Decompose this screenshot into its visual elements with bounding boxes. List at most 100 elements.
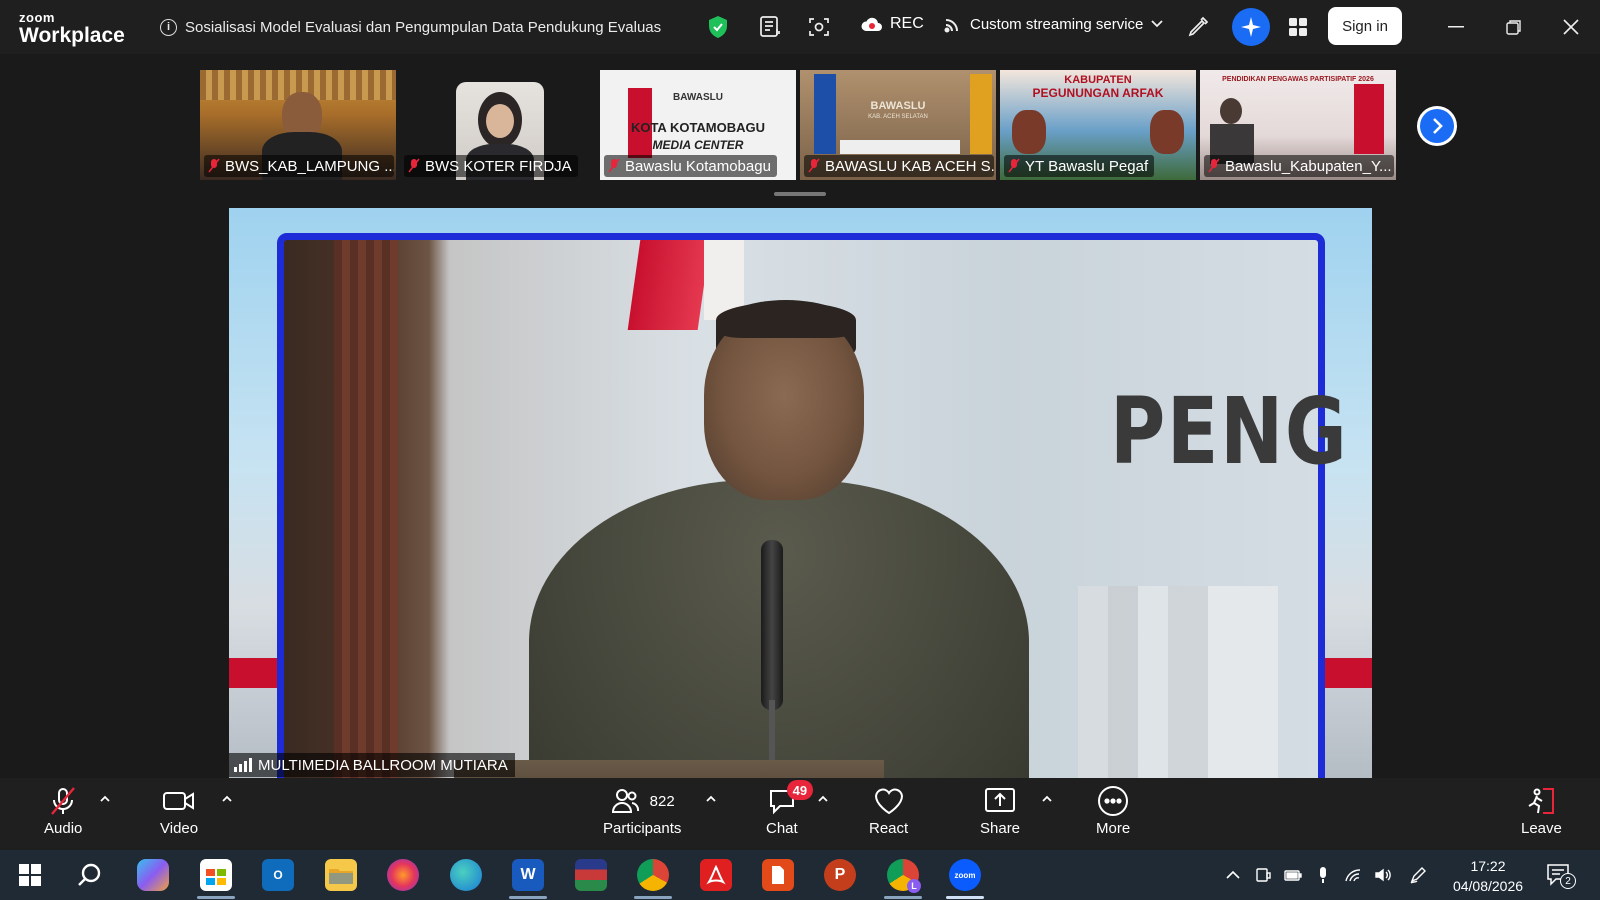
annotate-pen-icon[interactable] bbox=[1183, 12, 1213, 42]
share-label: Share bbox=[980, 820, 1021, 837]
wifi-icon[interactable] bbox=[1344, 866, 1362, 884]
participant-tile[interactable]: KABUPATEN PEGUNUNGAN ARFAK YT Bawaslu Pe… bbox=[1000, 70, 1196, 180]
tile-heading-text: PENDIDIKAN PENGAWAS PARTISIPATIF 2026 bbox=[1222, 76, 1374, 83]
system-clock[interactable]: 17:22 04/08/2026 bbox=[1446, 856, 1530, 896]
ai-companion-icon[interactable] bbox=[1232, 8, 1270, 46]
audio-options-chevron-up-icon[interactable] bbox=[98, 792, 112, 806]
leave-button[interactable]: Leave bbox=[1521, 786, 1562, 837]
logo-brand-bottom: Workplace bbox=[19, 24, 125, 47]
streaming-menu[interactable]: Custom streaming service bbox=[944, 15, 1164, 33]
participants-options-chevron-up-icon[interactable] bbox=[704, 792, 718, 806]
muted-mic-icon bbox=[608, 158, 620, 173]
word-icon[interactable]: W bbox=[512, 859, 544, 891]
stream-label: Custom streaming service bbox=[970, 15, 1144, 33]
background-flag bbox=[229, 658, 277, 688]
sign-in-button[interactable]: Sign in bbox=[1328, 7, 1402, 45]
meeting-title-area[interactable]: i Sosialisasi Model Evaluasi dan Pengump… bbox=[160, 14, 662, 40]
leave-label: Leave bbox=[1521, 820, 1562, 837]
gallery-next-button[interactable] bbox=[1417, 106, 1457, 146]
participant-tile[interactable]: BWS KOTER FIRDJA bbox=[400, 70, 596, 180]
battery-icon[interactable] bbox=[1284, 866, 1302, 884]
edge-icon[interactable] bbox=[450, 859, 482, 891]
more-button[interactable]: More bbox=[1096, 786, 1130, 837]
notification-center-icon[interactable]: 2 bbox=[1546, 863, 1576, 889]
city-backdrop bbox=[1078, 586, 1278, 778]
participant-name: BWS KOTER FIRDJA bbox=[425, 157, 572, 175]
microphone-icon[interactable] bbox=[1314, 866, 1332, 884]
participant-tile[interactable]: PENDIDIKAN PENGAWAS PARTISIPATIF 2026 Ba… bbox=[1200, 70, 1396, 180]
windows-start-icon[interactable] bbox=[14, 859, 46, 891]
meeting-controls: Audio Video 822 Participants 49 Chat Rea… bbox=[0, 778, 1600, 850]
more-dots-icon bbox=[1097, 786, 1129, 816]
close-icon[interactable] bbox=[1556, 12, 1586, 42]
react-button[interactable]: React bbox=[869, 786, 908, 837]
tile-name-label: BAWASLU KAB ACEH S... bbox=[804, 155, 994, 177]
chat-options-chevron-up-icon[interactable] bbox=[816, 792, 830, 806]
video-button[interactable]: Video bbox=[160, 786, 198, 837]
banner-text: PENG bbox=[1110, 378, 1349, 485]
share-options-chevron-up-icon[interactable] bbox=[1040, 792, 1054, 806]
clock-date: 04/08/2026 bbox=[1452, 878, 1524, 894]
device-icon[interactable] bbox=[1254, 866, 1272, 884]
zoom-logo: zoom Workplace bbox=[19, 11, 125, 46]
zoom-icon[interactable]: zoom bbox=[949, 859, 981, 891]
tile-sub-text: KAB. ACEH SELATAN bbox=[868, 114, 928, 120]
notification-count-badge: 2 bbox=[1560, 873, 1576, 889]
recording-indicator[interactable]: REC bbox=[860, 15, 924, 33]
tile-heading-text: KABUPATEN bbox=[1064, 74, 1132, 86]
file-explorer-icon[interactable] bbox=[325, 859, 357, 891]
restore-icon[interactable] bbox=[1499, 12, 1529, 42]
audio-button[interactable]: Audio bbox=[44, 786, 82, 837]
participant-tile[interactable]: BAWASLU KAB. ACEH SELATAN BAWASLU KAB AC… bbox=[800, 70, 996, 180]
chrome-icon[interactable] bbox=[637, 859, 669, 891]
muted-mic-icon bbox=[1208, 158, 1220, 173]
minimize-icon[interactable] bbox=[1441, 12, 1471, 42]
participant-tile[interactable]: BAWASLU KOTA KOTAMOBAGU MEDIA CENTER Baw… bbox=[600, 70, 796, 180]
speaker-name: MULTIMEDIA BALLROOM MUTIARA bbox=[258, 756, 508, 774]
focus-mode-icon[interactable] bbox=[804, 12, 834, 42]
muted-mic-icon bbox=[208, 158, 220, 173]
chat-button[interactable]: 49 Chat bbox=[766, 780, 813, 837]
profile-badge: L bbox=[907, 879, 921, 893]
strip-resize-handle[interactable] bbox=[774, 192, 826, 196]
firefox-icon[interactable] bbox=[387, 859, 419, 891]
tile-name-label: BWS_KAB_LAMPUNG ... bbox=[204, 155, 394, 177]
chrome-profile-icon[interactable]: L bbox=[887, 859, 921, 893]
copilot-icon[interactable] bbox=[137, 859, 169, 891]
participants-label: Participants bbox=[603, 820, 682, 837]
microphone bbox=[761, 540, 783, 710]
signal-strength-icon bbox=[234, 758, 252, 772]
tile-logo-text: BAWASLU bbox=[870, 100, 926, 112]
tile-table bbox=[840, 140, 960, 154]
volume-icon[interactable] bbox=[1374, 866, 1392, 884]
main-video[interactable]: PENG bbox=[229, 208, 1372, 778]
share-button[interactable]: Share bbox=[980, 786, 1020, 837]
tile-person bbox=[1220, 98, 1242, 124]
chat-unread-badge: 49 bbox=[786, 780, 813, 800]
acrobat-icon[interactable] bbox=[700, 859, 732, 891]
tile-name-label: Bawaslu_Kabupaten_Y... bbox=[1204, 155, 1394, 177]
pen-icon[interactable] bbox=[1409, 866, 1427, 884]
transcript-icon[interactable] bbox=[755, 12, 785, 42]
tile-mascot bbox=[1012, 110, 1046, 154]
background-flag bbox=[1324, 658, 1372, 688]
wood-panel bbox=[334, 240, 398, 778]
participants-button[interactable]: 822 Participants bbox=[603, 786, 681, 837]
app-icon[interactable] bbox=[762, 859, 794, 891]
video-options-chevron-up-icon[interactable] bbox=[220, 792, 234, 806]
search-icon[interactable] bbox=[74, 859, 106, 891]
security-shield-icon[interactable] bbox=[703, 12, 733, 42]
info-icon[interactable]: i bbox=[160, 18, 177, 36]
running-indicator bbox=[197, 896, 235, 899]
gallery-strip: BWS_KAB_LAMPUNG ... BWS KOTER FIRDJA BAW… bbox=[0, 54, 1600, 204]
participant-tile[interactable]: BWS_KAB_LAMPUNG ... bbox=[200, 70, 396, 180]
speaker-head bbox=[704, 310, 864, 500]
chevron-up-icon[interactable] bbox=[1224, 866, 1242, 884]
microsoft-store-icon[interactable] bbox=[200, 859, 232, 891]
outlook-icon[interactable]: O bbox=[262, 859, 294, 891]
heart-icon bbox=[873, 786, 905, 816]
broadcast-icon bbox=[944, 19, 958, 33]
powerpoint-icon[interactable]: P bbox=[824, 859, 856, 891]
apps-grid-icon[interactable] bbox=[1283, 12, 1313, 42]
terminal-app-icon[interactable] bbox=[575, 859, 607, 891]
